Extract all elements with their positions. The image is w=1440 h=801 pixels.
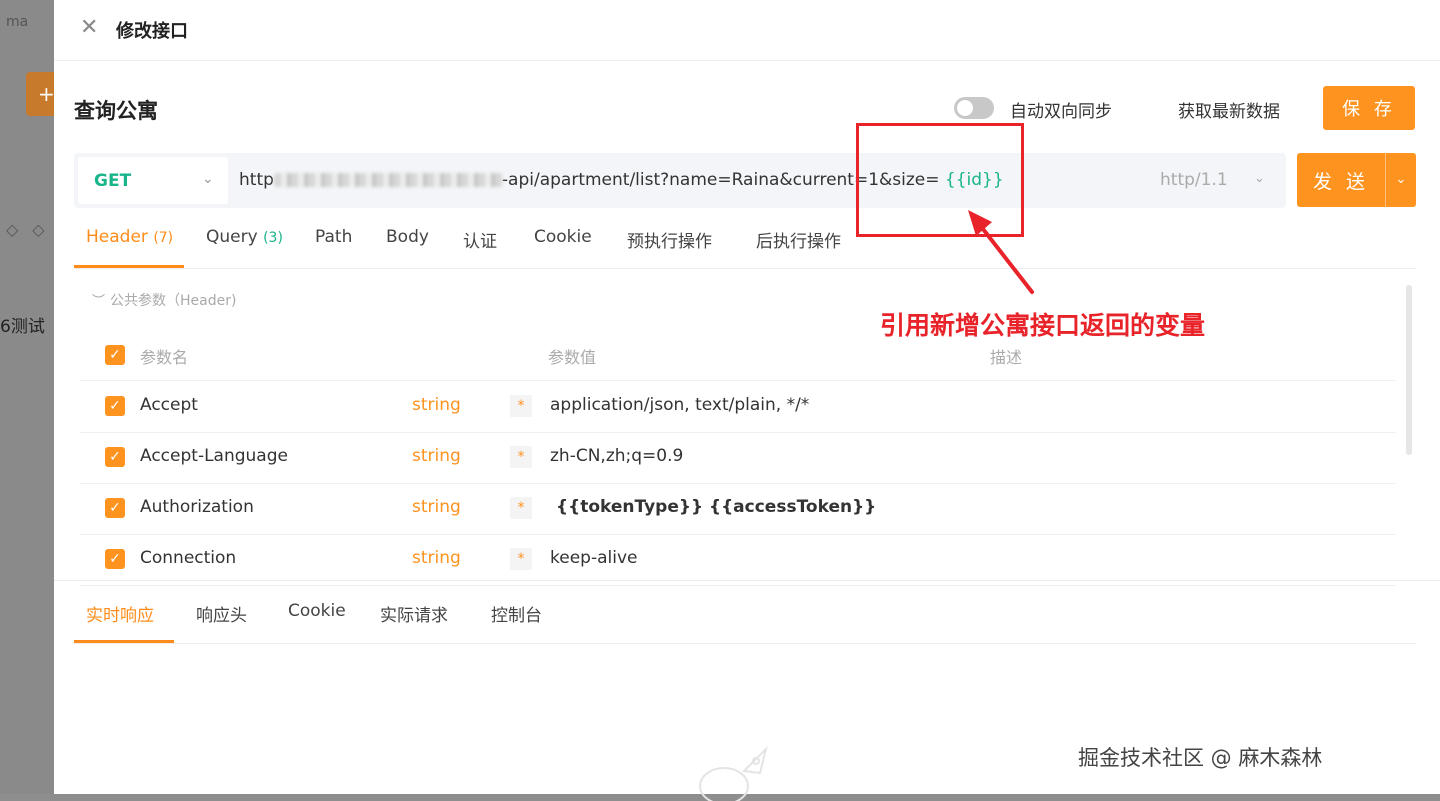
method-select[interactable]: GET ⌄ bbox=[78, 157, 228, 204]
row-checkbox[interactable]: ✓ bbox=[105, 396, 125, 416]
active-tab-indicator bbox=[74, 640, 174, 643]
row-checkbox[interactable]: ✓ bbox=[105, 549, 125, 569]
params-scrollbar[interactable] bbox=[1406, 285, 1412, 455]
toggle-knob bbox=[957, 100, 973, 116]
background-icons: ◇◇ bbox=[6, 220, 54, 239]
fetch-latest-button[interactable]: 获取最新数据 bbox=[1148, 86, 1310, 132]
tab-actual-request[interactable]: 实际请求 bbox=[380, 601, 448, 626]
public-params-label: 公共参数（Header) bbox=[110, 293, 237, 309]
tab-query[interactable]: Query (3) bbox=[206, 227, 283, 247]
tab-auth[interactable]: 认证 bbox=[463, 227, 497, 252]
public-params-toggle[interactable]: ︶ 公共参数（Header) bbox=[92, 290, 236, 310]
method-label: GET bbox=[94, 171, 132, 191]
tab-response-headers[interactable]: 响应头 bbox=[196, 601, 247, 626]
param-value[interactable]: application/json, text/plain, */* bbox=[550, 395, 809, 415]
tab-console[interactable]: 控制台 bbox=[491, 601, 542, 626]
tab-live-response[interactable]: 实时响应 bbox=[86, 601, 154, 626]
column-header-value: 参数值 bbox=[548, 348, 597, 367]
api-name[interactable]: 查询公寓 bbox=[74, 95, 158, 125]
watermark: 掘金技术社区 @ 麻木森林 bbox=[1078, 746, 1323, 770]
param-type[interactable]: string bbox=[412, 548, 461, 568]
tab-cookie[interactable]: Cookie bbox=[534, 227, 592, 247]
row-checkbox[interactable]: ✓ bbox=[105, 498, 125, 518]
annotation-text: 引用新增公寓接口返回的变量 bbox=[880, 311, 1206, 340]
required-marker[interactable]: * bbox=[510, 395, 532, 417]
required-marker[interactable]: * bbox=[510, 497, 532, 519]
required-marker[interactable]: * bbox=[510, 446, 532, 468]
param-name[interactable]: Connection bbox=[140, 548, 236, 568]
chevron-down-icon: ⌄ bbox=[1254, 171, 1265, 186]
background-app: ma + ◇◇ 6测试 bbox=[0, 0, 54, 794]
table-row: ✓ Connection string * keep-alive bbox=[80, 534, 1396, 586]
tab-response-cookie[interactable]: Cookie bbox=[288, 601, 346, 621]
annotation-arrow-icon bbox=[968, 210, 1034, 294]
active-tab-indicator bbox=[74, 265, 184, 268]
http-version-select[interactable]: http/1.1 bbox=[1160, 170, 1228, 190]
param-type[interactable]: string bbox=[412, 497, 461, 517]
param-value[interactable]: keep-alive bbox=[550, 548, 637, 568]
send-options-chevron-icon[interactable]: ⌄ bbox=[1385, 153, 1416, 207]
tab-post-script[interactable]: 后执行操作 bbox=[756, 227, 841, 252]
url-prefix: http bbox=[239, 170, 274, 190]
close-icon[interactable]: ✕ bbox=[80, 16, 100, 40]
param-name[interactable]: Accept bbox=[140, 395, 198, 415]
auto-sync-toggle[interactable] bbox=[954, 97, 994, 119]
row-checkbox[interactable]: ✓ bbox=[105, 447, 125, 467]
chevron-down-icon: ⌄ bbox=[202, 171, 214, 187]
column-header-name: 参数名 bbox=[140, 348, 189, 367]
table-row: ✓ Accept-Language string * zh-CN,zh;q=0.… bbox=[80, 432, 1396, 484]
table-row: ✓ Authorization string * {{tokenType}} {… bbox=[80, 483, 1396, 535]
table-row: ✓ Accept string * application/json, text… bbox=[80, 381, 1396, 433]
param-value[interactable]: {{tokenType}} {{accessToken}} bbox=[556, 497, 876, 517]
drawer-title: 修改接口 bbox=[116, 21, 188, 42]
url-bar: GET ⌄ http -api/apartment/list?name=Raina… bbox=[74, 153, 1286, 208]
tab-header[interactable]: Header (7) bbox=[86, 227, 173, 247]
drawer-header: ✕ 修改接口 bbox=[54, 0, 1440, 61]
param-value[interactable]: zh-CN,zh;q=0.9 bbox=[550, 446, 683, 466]
edit-api-drawer: ✕ 修改接口 查询公寓 自动双向同步 获取最新数据 保 存 GET ⌄ http… bbox=[54, 0, 1440, 801]
eye-closed-icon: ︶ bbox=[92, 294, 106, 309]
save-button[interactable]: 保 存 bbox=[1323, 86, 1415, 130]
select-all-checkbox[interactable]: ✓ bbox=[105, 345, 125, 365]
rocket-icon bbox=[699, 745, 768, 801]
param-type[interactable]: string bbox=[412, 446, 461, 466]
tab-path[interactable]: Path bbox=[315, 227, 352, 247]
tab-body[interactable]: Body bbox=[386, 227, 429, 247]
required-marker[interactable]: * bbox=[510, 548, 532, 570]
response-tabs: 实时响应 响应头 Cookie 实际请求 控制台 bbox=[74, 581, 1416, 644]
param-name[interactable]: Authorization bbox=[140, 497, 254, 517]
background-add-button: + bbox=[26, 72, 54, 116]
request-tabs: Header (7) Query (3) Path Body 认证 Cookie… bbox=[74, 222, 1416, 269]
auto-sync-label: 自动双向同步 bbox=[1010, 102, 1112, 122]
column-header-desc: 描述 bbox=[990, 348, 1023, 367]
background-tab: ma bbox=[6, 14, 29, 30]
tab-pre-script[interactable]: 预执行操作 bbox=[627, 227, 712, 252]
param-name[interactable]: Accept-Language bbox=[140, 446, 288, 466]
url-blurred-host bbox=[273, 173, 502, 187]
send-button[interactable]: 发 送 bbox=[1297, 153, 1385, 207]
background-side-text: 6测试 bbox=[0, 317, 45, 337]
param-type[interactable]: string bbox=[412, 395, 461, 415]
